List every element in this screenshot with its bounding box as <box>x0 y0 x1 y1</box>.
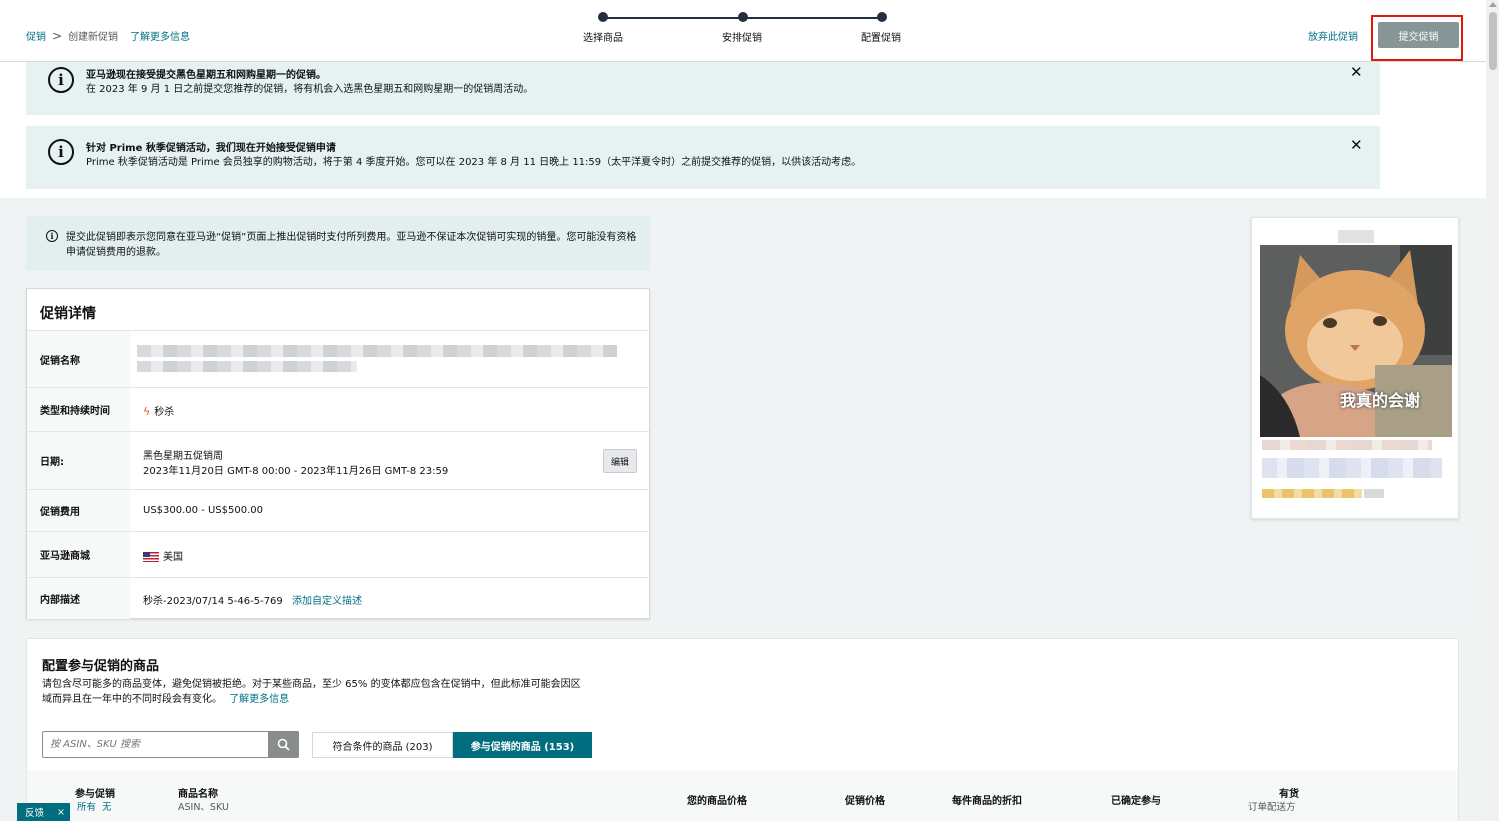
deal-type: 秒杀 <box>154 407 175 418</box>
col-deal-price: 促销价格 <box>845 796 885 807</box>
close-icon[interactable]: × <box>57 807 65 818</box>
section-title: 配置参与促销的商品 <box>42 659 160 674</box>
row-label: 内部描述 <box>27 578 130 619</box>
deal-preview-card: 我真的会谢 <box>1251 217 1459 519</box>
marketplace-name: 美国 <box>163 552 183 563</box>
alert-body: Prime 秋季促销活动是 Prime 会员独享的购物活动，将于第 4 季度开始… <box>86 157 862 168</box>
date-range: 2023年11月20日 GMT-8 00:00 - 2023年11月26日 GM… <box>143 466 449 477</box>
rating-stars <box>1262 489 1362 498</box>
info-icon: i <box>48 139 74 165</box>
row-promotion-name: 促销名称 <box>27 330 649 387</box>
lightning-icon: ϟ <box>143 405 151 418</box>
row-label: 亚马逊商城 <box>27 532 130 577</box>
promotion-details-card: 促销详情 促销名称 类型和持续时间 ϟ 秒杀 日期: 黑色星期五促销周 2023年… <box>26 288 650 619</box>
abandon-promotion-link[interactable]: 放弃此促销 <box>1308 28 1358 43</box>
description-text: 请包含尽可能多的商品变体，避免促销被拒绝。对于某些商品，至少 65% 的变体都应… <box>42 679 581 705</box>
feedback-label: 反馈 <box>25 808 45 819</box>
close-icon[interactable]: ✕ <box>1350 136 1363 154</box>
learn-more-link[interactable]: 了解更多信息 <box>229 694 289 705</box>
learn-more-link[interactable]: 了解更多信息 <box>130 28 190 43</box>
row-label: 日期: <box>27 432 130 489</box>
step-label: 配置促销 <box>861 33 901 44</box>
col-stock-sub: 订单配送方 <box>1248 802 1296 813</box>
step-dot <box>738 12 748 22</box>
alert-black-friday: i 亚马逊现在接受提交黑色星期五和网购星期一的促销。 在 2023 年 9 月 … <box>26 62 1380 115</box>
row-fee: 促销费用 US$300.00 - US$500.00 <box>27 489 649 531</box>
col-committed: 已确定参与 <box>1111 796 1161 807</box>
row-date: 日期: 黑色星期五促销周 2023年11月20日 GMT-8 00:00 - 2… <box>27 431 649 489</box>
tab-participating-products[interactable]: 参与促销的商品 (153) <box>453 732 592 758</box>
top-bar: 促销 > 创建新促销 了解更多信息 选择商品 安排促销 配置促销 放弃此促销 提… <box>0 0 1486 62</box>
page-scrollbar[interactable] <box>1486 0 1499 821</box>
feedback-button[interactable]: 反馈 × <box>17 803 70 821</box>
add-custom-description-link[interactable]: 添加自定义描述 <box>292 596 362 607</box>
rating-count <box>1364 489 1384 498</box>
step-label: 选择商品 <box>583 33 623 44</box>
row-value: 美国 <box>143 548 183 563</box>
fee-agreement-notice: i 提交此促销即表示您同意在亚马逊“促销”页面上推出促销时支付所列费用。亚马逊不… <box>26 216 650 271</box>
notice-text: 提交此促销即表示您同意在亚马逊“促销”页面上推出促销时支付所列费用。亚马逊不保证… <box>66 232 637 258</box>
row-label: 促销名称 <box>27 331 130 387</box>
edit-date-button[interactable]: 编辑 <box>603 449 637 473</box>
alert-prime-fall: i 针对 Prime 秋季促销活动，我们现在开始接受促销申请 Prime 秋季促… <box>26 126 1380 189</box>
row-value: ϟ 秒杀 <box>143 403 174 418</box>
internal-description: 秒杀-2023/07/14 5-46-5-769 <box>143 596 283 607</box>
breadcrumb: 促销 > 创建新促销 了解更多信息 <box>26 28 190 44</box>
tab-eligible-products[interactable]: 符合条件的商品 (203) <box>312 732 453 758</box>
redacted-promotion-name <box>137 345 617 357</box>
image-caption: 我真的会谢 <box>1340 391 1421 410</box>
product-search <box>42 731 299 758</box>
alert-title: 针对 Prime 秋季促销活动，我们现在开始接受促销申请 <box>86 143 336 154</box>
highlight-annotation-box <box>1371 15 1463 61</box>
close-icon[interactable]: ✕ <box>1350 63 1363 81</box>
col-product-sub: ASIN、SKU <box>178 802 229 813</box>
breadcrumb-separator: > <box>52 28 63 43</box>
search-button[interactable] <box>268 731 299 758</box>
select-all-link[interactable]: 所有 <box>77 802 96 813</box>
redacted-label <box>1338 230 1374 243</box>
fee-range: US$300.00 - US$500.00 <box>143 505 264 516</box>
participate-toggle: 所有无 <box>77 799 112 813</box>
step-label: 安排促销 <box>722 33 762 44</box>
col-participate: 参与促销 <box>75 789 115 800</box>
select-none-link[interactable]: 无 <box>102 802 112 813</box>
alert-banners: i 亚马逊现在接受提交黑色星期五和网购星期一的促销。 在 2023 年 9 月 … <box>0 62 1486 198</box>
row-value: 秒杀-2023/07/14 5-46-5-769 添加自定义描述 <box>143 592 362 607</box>
section-description: 请包含尽可能多的商品变体，避免促销被拒绝。对于某些商品，至少 65% 的变体都应… <box>42 677 587 707</box>
products-table-header: 参与促销 所有无 商品名称 ASIN、SKU 您的商品价格 促销价格 每件商品的… <box>27 770 1458 821</box>
row-label: 类型和持续时间 <box>27 388 130 431</box>
redacted-promotion-name <box>137 361 357 372</box>
product-image: 我真的会谢 <box>1260 245 1452 437</box>
date-event: 黑色星期五促销周 <box>143 451 223 462</box>
col-discount: 每件商品的折扣 <box>952 796 1022 807</box>
us-flag-icon <box>143 552 159 562</box>
alert-body: 在 2023 年 9 月 1 日之前提交您推荐的促销，将有机会入选黑色星期五和网… <box>86 84 534 95</box>
alert-title: 亚马逊现在接受提交黑色星期五和网购星期一的促销。 <box>86 70 326 81</box>
card-title: 促销详情 <box>40 306 96 322</box>
redacted-title <box>1262 458 1442 478</box>
search-input[interactable] <box>43 732 268 757</box>
info-icon: i <box>48 67 74 93</box>
breadcrumb-current: 创建新促销 <box>68 32 119 43</box>
scroll-thumb[interactable] <box>1489 12 1497 70</box>
col-product-name: 商品名称 <box>178 789 218 800</box>
row-type-duration: 类型和持续时间 ϟ 秒杀 <box>27 387 649 431</box>
col-your-price: 您的商品价格 <box>687 796 747 807</box>
breadcrumb-promotions-link[interactable]: 促销 <box>26 28 46 43</box>
search-icon <box>277 738 290 751</box>
redacted-price <box>1262 440 1432 450</box>
row-internal-description: 内部描述 秒杀-2023/07/14 5-46-5-769 添加自定义描述 <box>27 577 649 619</box>
step-dot <box>877 12 887 22</box>
scroll-up-arrow-icon[interactable] <box>1489 2 1497 7</box>
row-label: 促销费用 <box>27 490 130 531</box>
configure-products-section: 配置参与促销的商品 请包含尽可能多的商品变体，避免促销被拒绝。对于某些商品，至少… <box>26 638 1459 821</box>
info-icon: i <box>46 230 58 242</box>
col-stock: 有货 <box>1279 789 1299 800</box>
row-marketplace: 亚马逊商城 美国 <box>27 531 649 577</box>
step-dot <box>598 12 608 22</box>
